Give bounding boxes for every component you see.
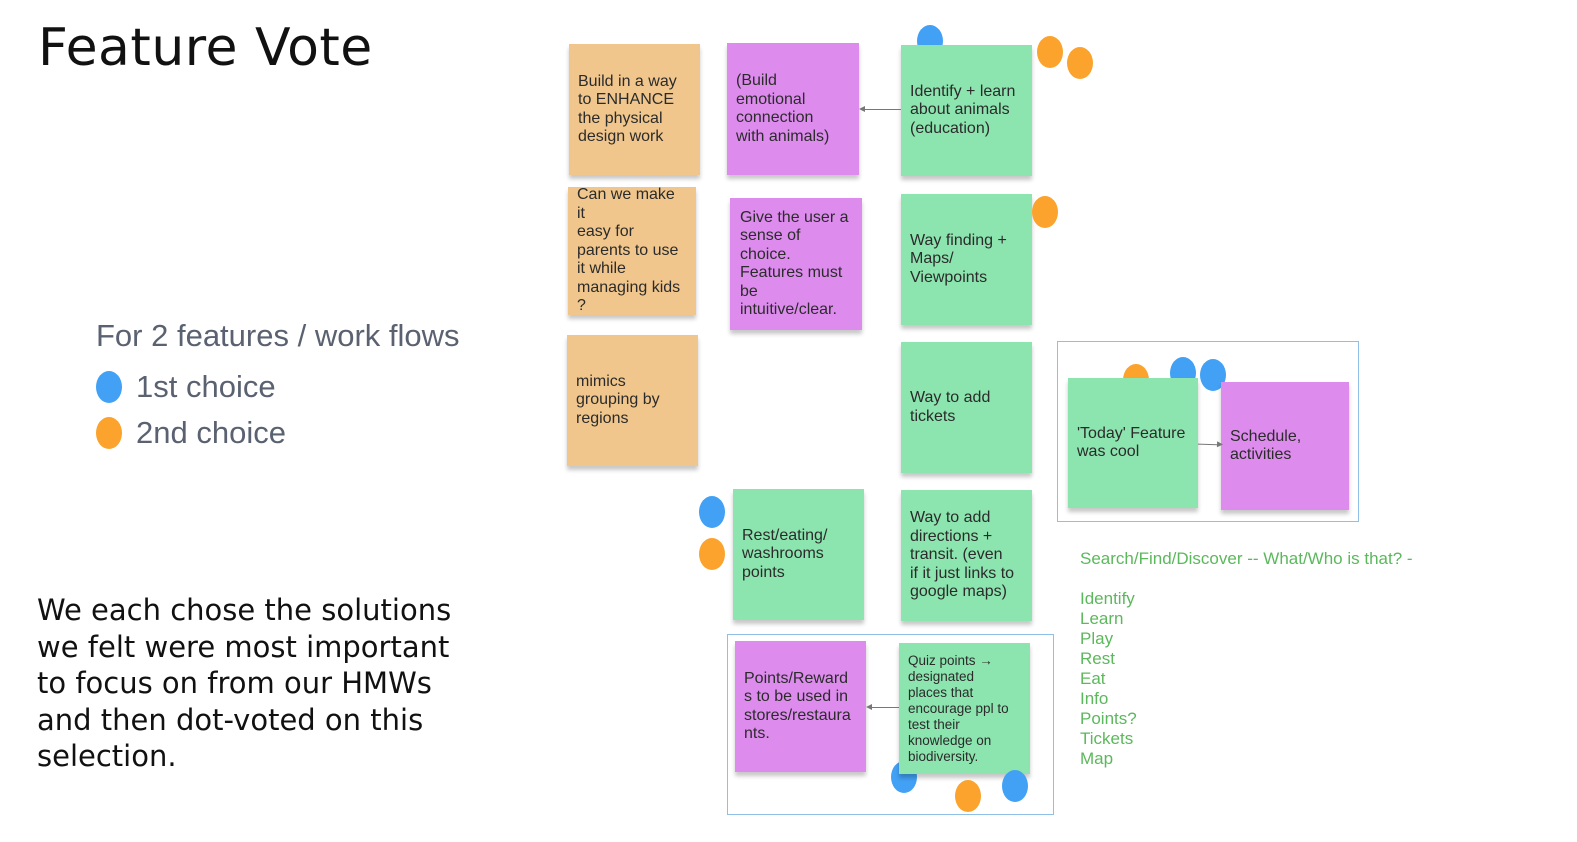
note-text: Can we make it easy for parents to use i… [577, 186, 681, 315]
note-text: Give the user a sense of choice. Feature… [740, 208, 849, 319]
sticky-note[interactable]: (Build emotional connection with animals… [727, 43, 859, 175]
sticky-note[interactable]: 'Today' Feature was cool [1068, 378, 1198, 508]
sticky-note[interactable]: Way to add directions + transit. (even i… [901, 490, 1032, 621]
sticky-note[interactable]: mimics grouping by regions [567, 335, 698, 466]
blue-dot-icon [96, 371, 122, 403]
note-text: Points/Reward s to be used in stores/res… [744, 669, 851, 743]
category-item: Rest [1080, 649, 1115, 668]
sticky-note[interactable]: Rest/eating/ washrooms points [733, 489, 864, 620]
description-text: We each chose the solutions we felt were… [37, 593, 452, 773]
note-text: 'Today' Feature was cool [1077, 424, 1186, 461]
note-text: mimics grouping by regions [576, 372, 660, 427]
category-item: Tickets [1080, 729, 1134, 748]
category-item: Map [1080, 749, 1114, 768]
page-title: Feature Vote [38, 18, 373, 78]
vote-dot-first[interactable] [1002, 770, 1028, 802]
legend-heading: For 2 features / work flows [96, 318, 460, 353]
category-heading: Search/Find/Discover -- What/Who is that… [1080, 549, 1413, 568]
sticky-note[interactable]: Identify + learn about animals (educatio… [901, 45, 1032, 176]
category-item: Eat [1080, 669, 1106, 688]
note-text: Way to add tickets [910, 389, 991, 425]
sticky-note[interactable]: Build in a way to ENHANCE the physical d… [569, 44, 700, 175]
sticky-note[interactable]: Way to add tickets [901, 342, 1032, 473]
legend-item-second-choice: 2nd choice [96, 410, 460, 456]
orange-dot-icon [96, 417, 122, 449]
sticky-note[interactable]: Way finding + Maps/ Viewpoints [901, 194, 1032, 325]
sticky-note[interactable]: Schedule, activities [1221, 382, 1349, 510]
category-item: Learn [1080, 609, 1124, 628]
vote-dot-second[interactable] [1032, 196, 1058, 228]
vote-legend: For 2 features / work flows 1st choice 2… [96, 318, 460, 456]
note-text: Schedule, activities [1230, 427, 1302, 464]
category-item: Identify [1080, 589, 1135, 608]
note-text: Quiz points → designated places that enc… [908, 652, 1009, 764]
sticky-note[interactable]: Quiz points → designated places that enc… [899, 643, 1030, 774]
vote-dot-second[interactable] [1067, 47, 1093, 79]
note-text: (Build emotional connection with animals… [736, 72, 830, 145]
category-item: Points? [1080, 709, 1137, 728]
note-text: Way finding + Maps/ Viewpoints [910, 231, 1007, 286]
note-text: Way to add directions + transit. (even i… [910, 509, 1015, 601]
note-text: Rest/eating/ washrooms points [742, 526, 828, 581]
legend-label: 1st choice [136, 369, 276, 404]
note-text: Identify + learn about animals (educatio… [910, 82, 1016, 137]
sticky-note[interactable]: Give the user a sense of choice. Feature… [730, 198, 862, 330]
note-text: Build in a way to ENHANCE the physical d… [578, 72, 677, 146]
legend-item-first-choice: 1st choice [96, 364, 460, 410]
category-item: Info [1080, 689, 1109, 708]
category-list: Search/Find/Discover -- What/Who is that… [1080, 549, 1413, 769]
vote-dot-second[interactable] [699, 538, 725, 570]
vote-dot-first[interactable] [699, 496, 725, 528]
legend-label: 2nd choice [136, 415, 286, 450]
connector-arrow[interactable] [859, 106, 901, 112]
vote-dot-second[interactable] [955, 780, 981, 812]
vote-dot-second[interactable] [1037, 36, 1063, 68]
connector-arrow[interactable] [866, 704, 899, 710]
category-item: Play [1080, 629, 1114, 648]
sticky-note[interactable]: Points/Reward s to be used in stores/res… [735, 641, 866, 772]
sticky-note[interactable]: Can we make it easy for parents to use i… [568, 186, 696, 315]
